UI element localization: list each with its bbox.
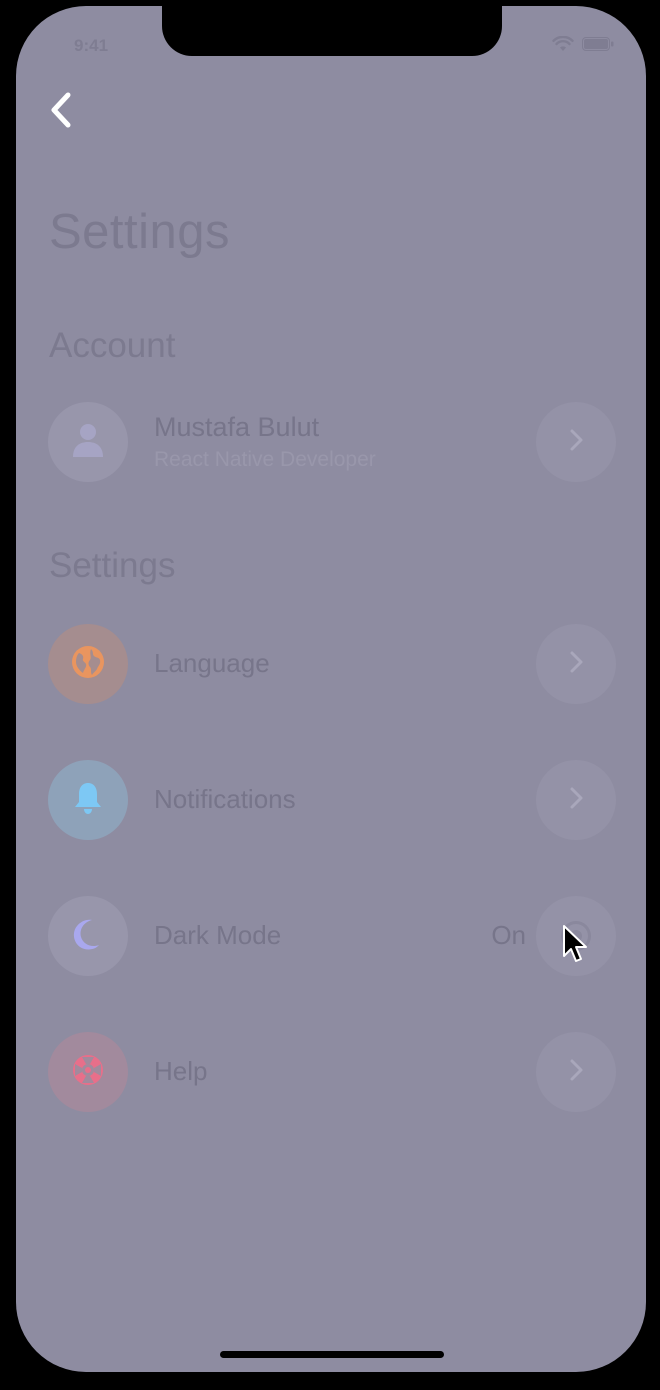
settings-item-dark-mode[interactable]: Dark Mode On (48, 896, 616, 976)
globe-icon (70, 644, 106, 685)
dark-mode-value: On (491, 920, 526, 950)
bell-icon (71, 780, 105, 821)
device-notch (162, 6, 502, 56)
settings-item-label: Help (154, 1056, 208, 1086)
chevron-left-icon (44, 92, 78, 134)
chevron-right-icon (566, 427, 586, 458)
status-icons (552, 36, 614, 52)
page-title: Settings (49, 205, 231, 259)
help-icon-circle (48, 1032, 128, 1112)
settings-item-label: Language (154, 648, 270, 678)
lifebuoy-icon (70, 1052, 106, 1093)
language-open-button[interactable] (536, 624, 616, 704)
notifications-icon-circle (48, 760, 128, 840)
settings-item-label: Dark Mode (154, 920, 282, 950)
settings-item-help[interactable]: Help (48, 1032, 616, 1112)
settings-item-label: Notifications (154, 784, 296, 814)
wifi-icon (552, 36, 574, 52)
account-row[interactable]: Mustafa Bulut React Native Developer (48, 402, 616, 482)
language-icon-circle (48, 624, 128, 704)
chevron-right-icon (566, 649, 586, 680)
user-icon (71, 422, 105, 463)
settings-item-notifications[interactable]: Notifications (48, 760, 616, 840)
account-section-title: Account (49, 326, 176, 365)
settings-section-title: Settings (49, 546, 176, 585)
status-time: 9:41 (74, 36, 109, 55)
chevron-right-icon (566, 785, 586, 816)
account-open-button[interactable] (536, 402, 616, 482)
moon-icon (70, 916, 106, 957)
account-name: Mustafa Bulut (154, 412, 320, 442)
settings-screen: 9:41 Settings Account Mustafa Bulut Reac… (16, 6, 646, 1372)
phone-frame: 9:41 Settings Account Mustafa Bulut Reac… (0, 0, 660, 1390)
dark-mode-toggle[interactable] (536, 896, 616, 976)
help-open-button[interactable] (536, 1032, 616, 1112)
dark-mode-icon-circle (48, 896, 128, 976)
notifications-open-button[interactable] (536, 760, 616, 840)
settings-item-language[interactable]: Language (48, 624, 616, 704)
chevron-right-icon (566, 1057, 586, 1088)
home-indicator (220, 1351, 444, 1358)
account-subtitle: React Native Developer (154, 448, 376, 471)
avatar (48, 402, 128, 482)
back-button[interactable] (44, 90, 78, 130)
battery-icon (582, 37, 614, 51)
toggle-icon (561, 921, 591, 951)
